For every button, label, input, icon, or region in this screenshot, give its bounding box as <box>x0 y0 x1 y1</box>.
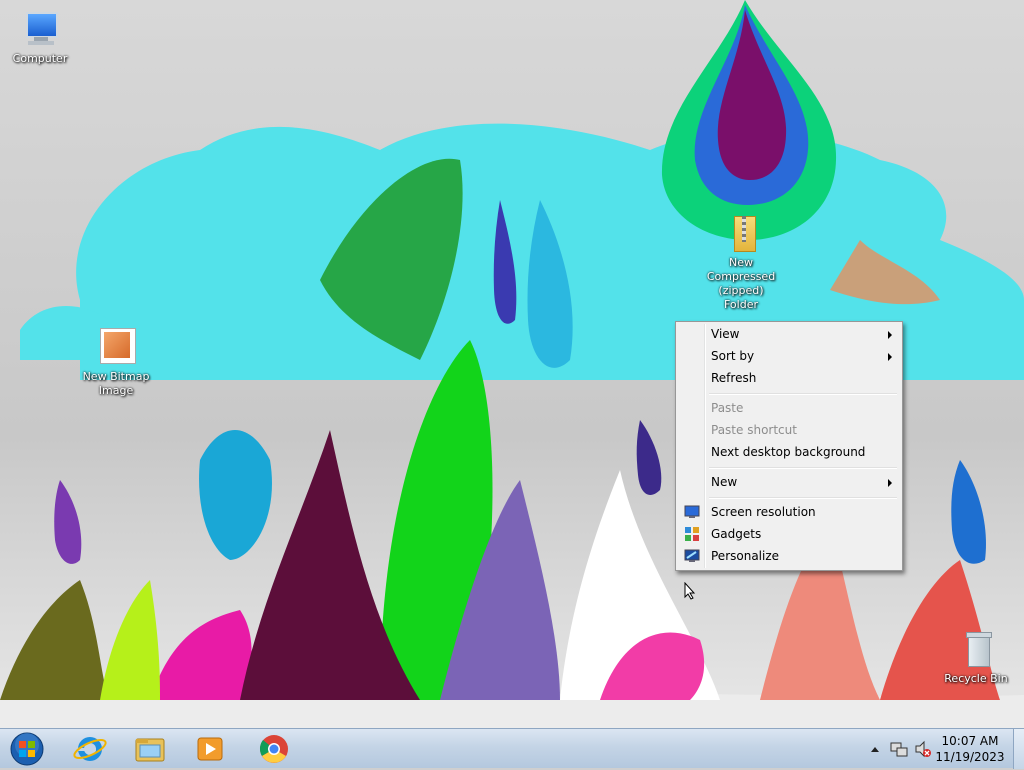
taskbar-clock[interactable]: 10:07 AM 11/19/2023 <box>930 733 1010 765</box>
submenu-arrow-icon <box>888 331 892 339</box>
start-button[interactable] <box>8 731 46 767</box>
menu-item-next-bg-label: Next desktop background <box>711 445 866 459</box>
taskbar-windows-explorer[interactable] <box>122 731 178 767</box>
bitmap-file-icon <box>94 328 138 368</box>
computer-label: Computer <box>12 52 68 65</box>
start-orb-icon <box>10 732 44 766</box>
menu-item-personalize[interactable]: Personalize <box>678 545 898 567</box>
clock-date: 11/19/2023 <box>935 750 1005 764</box>
menu-item-refresh-label: Refresh <box>711 371 757 385</box>
menu-item-paste-shortcut: Paste shortcut <box>678 419 898 441</box>
clock-time: 10:07 AM <box>941 734 999 748</box>
personalize-icon <box>684 548 700 564</box>
taskbar-media-player[interactable] <box>182 731 238 767</box>
menu-item-screen-resolution[interactable]: Screen resolution <box>678 501 898 523</box>
computer-desktop-icon[interactable]: Computer <box>0 10 80 66</box>
zip-label-line4: Folder <box>724 298 758 311</box>
menu-item-next-desktop-background[interactable]: Next desktop background <box>678 441 898 463</box>
zip-folder-icon <box>719 214 763 254</box>
menu-separator <box>709 393 897 395</box>
menu-item-new-label: New <box>711 475 738 489</box>
taskbar: 10:07 AM 11/19/2023 <box>0 728 1024 769</box>
show-hidden-icons-icon[interactable] <box>870 745 880 753</box>
submenu-arrow-icon <box>888 479 892 487</box>
menu-separator <box>709 497 897 499</box>
new-bitmap-image-icon[interactable]: New Bitmap Image <box>76 328 156 398</box>
menu-item-view-label: View <box>711 327 740 341</box>
computer-icon <box>18 10 62 50</box>
menu-item-paste: Paste <box>678 397 898 419</box>
desktop-context-menu: View Sort by Refresh Paste Paste shortcu… <box>675 321 903 571</box>
zip-label-line1: New <box>729 256 753 269</box>
network-icon[interactable] <box>890 740 908 758</box>
bitmap-label-line1: New Bitmap <box>82 370 150 383</box>
taskbar-internet-explorer[interactable] <box>62 731 118 767</box>
new-compressed-folder-icon[interactable]: New Compressed (zipped) Folder <box>701 214 781 312</box>
desktop[interactable]: Computer New Bitmap Image New Compressed… <box>0 0 1024 728</box>
show-desktop-button[interactable] <box>1013 729 1024 769</box>
recycle-bin-desktop-icon[interactable]: Recycle Bin <box>936 630 1016 686</box>
menu-item-new[interactable]: New <box>678 471 898 493</box>
bitmap-label-line2: Image <box>98 384 134 397</box>
menu-separator <box>709 467 897 469</box>
zip-label-line2: Compressed <box>706 270 776 283</box>
menu-item-personalize-label: Personalize <box>711 549 780 563</box>
menu-item-gadgets[interactable]: Gadgets <box>678 523 898 545</box>
menu-item-paste-shortcut-label: Paste shortcut <box>711 423 797 437</box>
menu-item-screen-resolution-label: Screen resolution <box>711 505 816 519</box>
menu-item-paste-label: Paste <box>711 401 744 415</box>
menu-item-sort-by-label: Sort by <box>711 349 755 363</box>
menu-item-sort-by[interactable]: Sort by <box>678 345 898 367</box>
menu-item-view[interactable]: View <box>678 323 898 345</box>
recycle-bin-icon <box>954 630 998 670</box>
taskbar-chrome[interactable] <box>246 731 302 767</box>
recycle-bin-label: Recycle Bin <box>944 672 1008 685</box>
screen-resolution-icon <box>684 504 700 520</box>
menu-item-refresh[interactable]: Refresh <box>678 367 898 389</box>
gadgets-icon <box>684 526 700 542</box>
internet-explorer-icon <box>73 737 107 761</box>
menu-item-gadgets-label: Gadgets <box>711 527 762 541</box>
media-player-icon <box>197 737 223 761</box>
chrome-icon <box>259 735 288 763</box>
windows-explorer-icon <box>135 738 165 762</box>
zip-label-line3: (zipped) <box>718 284 764 297</box>
mouse-cursor-icon <box>684 582 696 600</box>
submenu-arrow-icon <box>888 353 892 361</box>
notification-area <box>866 729 936 769</box>
